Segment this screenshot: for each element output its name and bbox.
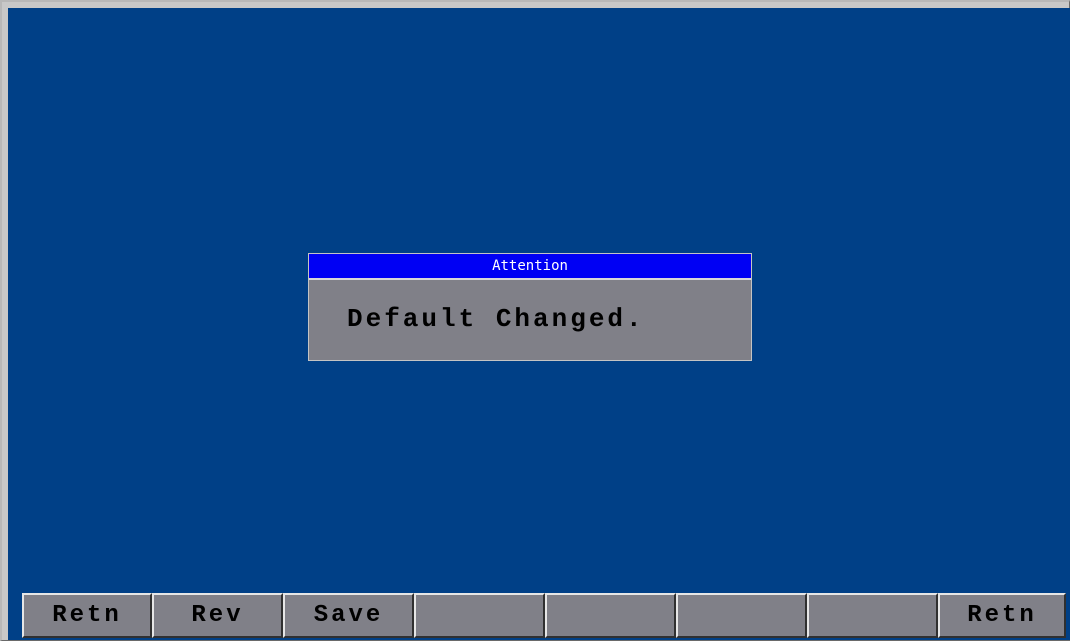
f5-key[interactable]	[545, 593, 676, 638]
f1-retn-key[interactable]: Retn	[22, 593, 152, 638]
f4-key[interactable]	[414, 593, 545, 638]
f3-save-key[interactable]: Save	[283, 593, 414, 638]
attention-dialog: Attention Default Changed.	[308, 253, 752, 361]
f8-retn-key[interactable]: Retn	[938, 593, 1066, 638]
dialog-title: Attention	[309, 254, 751, 280]
main-display-area: Attention Default Changed.	[8, 8, 1070, 590]
dialog-message: Default Changed.	[347, 304, 645, 334]
function-key-bar: Retn Rev Save Retn	[8, 590, 1070, 640]
f6-key[interactable]	[676, 593, 807, 638]
f2-rev-key[interactable]: Rev	[152, 593, 283, 638]
f7-key[interactable]	[807, 593, 938, 638]
hmi-screen: Attention Default Changed. Retn Rev Save…	[0, 0, 1070, 641]
